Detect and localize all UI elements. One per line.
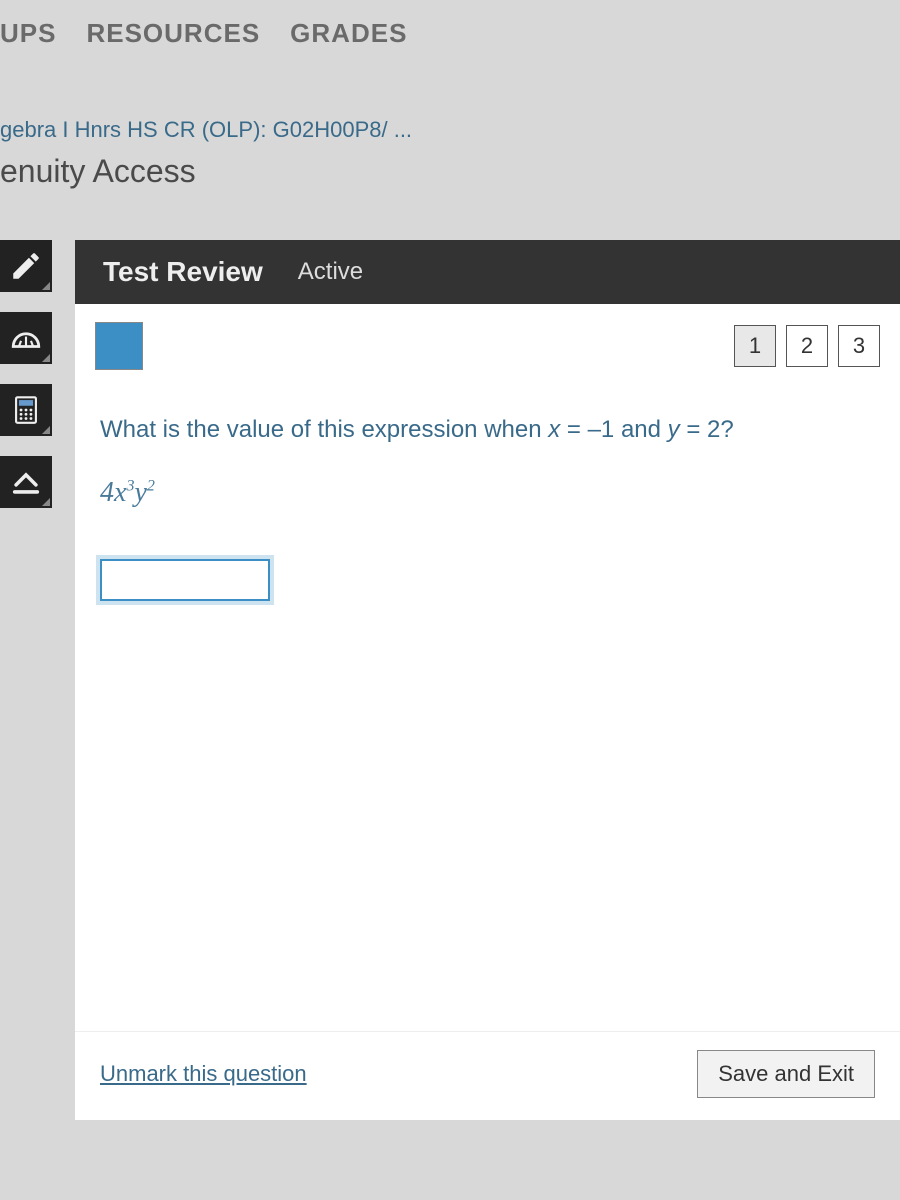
- expr-y-pow: 2: [147, 477, 155, 494]
- answer-input[interactable]: [100, 559, 270, 601]
- protractor-tool[interactable]: [0, 312, 52, 364]
- pencil-tool[interactable]: [0, 240, 52, 292]
- nav-tab-groups[interactable]: UPS: [0, 18, 56, 49]
- x-equals: = –1 and: [560, 416, 667, 443]
- unmark-question-link[interactable]: Unmark this question: [100, 1061, 307, 1087]
- review-title: Test Review: [103, 256, 263, 288]
- test-panel: Test Review Active 1 2 3 What is the val…: [75, 240, 900, 1120]
- calculator-tool[interactable]: [0, 384, 52, 436]
- question-nav-2[interactable]: 2: [786, 325, 828, 367]
- question-nav-3[interactable]: 3: [838, 325, 880, 367]
- side-tools: [0, 240, 60, 508]
- collapse-tool[interactable]: [0, 456, 52, 508]
- question-nav-1[interactable]: 1: [734, 325, 776, 367]
- panel-footer: Unmark this question Save and Exit: [75, 1031, 900, 1120]
- page-title: enuity Access: [0, 153, 900, 220]
- var-x: x: [548, 416, 560, 443]
- expand-triangle-icon: [42, 426, 50, 434]
- question-prompt: What is the value of this expression whe…: [100, 413, 875, 447]
- expand-triangle-icon: [42, 354, 50, 362]
- expand-triangle-icon: [42, 498, 50, 506]
- coef: 4: [100, 477, 114, 508]
- content-region: Test Review Active 1 2 3 What is the val…: [0, 220, 900, 1120]
- question-body: What is the value of this expression whe…: [75, 388, 900, 1031]
- save-and-exit-button[interactable]: Save and Exit: [697, 1050, 875, 1098]
- question-nav-row: 1 2 3: [75, 304, 900, 388]
- protractor-icon: [9, 321, 43, 355]
- collapse-icon: [9, 465, 43, 499]
- active-label: Active: [298, 258, 363, 286]
- nav-tab-resources[interactable]: RESOURCES: [86, 18, 260, 49]
- flag-question-button[interactable]: [95, 322, 143, 370]
- pencil-icon: [9, 249, 43, 283]
- breadcrumb[interactable]: gebra I Hnrs HS CR (OLP): G02H00P8/ ...: [0, 67, 900, 153]
- y-equals: = 2?: [680, 416, 734, 443]
- prompt-text: What is the value of this expression whe…: [100, 416, 548, 443]
- calculator-icon: [9, 393, 43, 427]
- math-expression: 4x3y2: [100, 477, 875, 509]
- expr-x: x: [114, 477, 126, 508]
- var-y: y: [668, 416, 680, 443]
- expand-triangle-icon: [42, 282, 50, 290]
- top-nav: UPS RESOURCES GRADES: [0, 0, 900, 67]
- nav-tab-grades[interactable]: GRADES: [290, 18, 407, 49]
- panel-header: Test Review Active: [75, 240, 900, 304]
- expr-y: y: [134, 477, 146, 508]
